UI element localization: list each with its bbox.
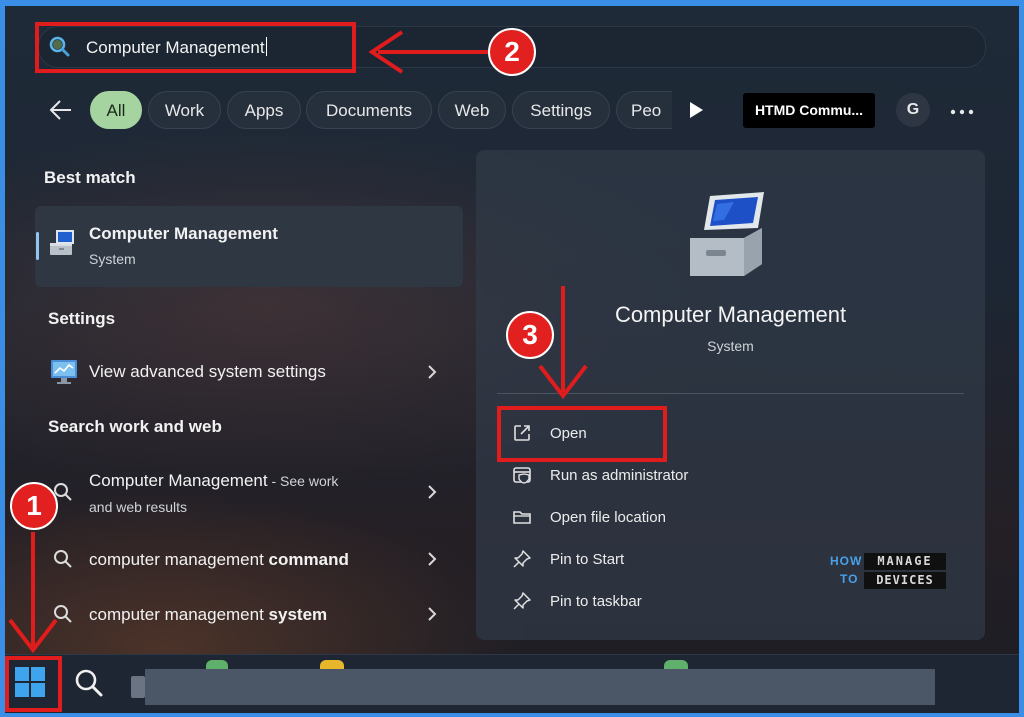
- taskbar-task-view-icon[interactable]: [131, 676, 145, 698]
- settings-heading: Settings: [48, 309, 116, 328]
- chevron-right-icon[interactable]: [427, 606, 437, 622]
- selection-indicator: [36, 232, 39, 260]
- web-result-hint-line2: and web results: [89, 499, 188, 515]
- logo-how: HOW: [830, 554, 863, 568]
- best-match-title: Computer Management: [89, 224, 278, 243]
- web-result-title[interactable]: Computer Management - See work: [89, 471, 338, 491]
- action-pin-to-start[interactable]: Pin to Start: [550, 551, 624, 568]
- best-match-card[interactable]: [35, 206, 463, 287]
- filter-chip-all[interactable]: All: [90, 91, 142, 129]
- more-options-icon[interactable]: [950, 109, 974, 115]
- best-match-heading: Best match: [44, 168, 136, 187]
- settings-item-label[interactable]: View advanced system settings: [89, 362, 326, 382]
- action-pin-to-taskbar[interactable]: Pin to taskbar: [550, 593, 642, 610]
- shield-icon: [513, 467, 531, 484]
- web-results-heading: Search work and web: [48, 417, 222, 436]
- web-suggestion-system[interactable]: computer management system: [89, 605, 327, 625]
- suggestion-text: computer management: [89, 605, 269, 624]
- highlight-search-box: [35, 22, 356, 73]
- filter-chip-work[interactable]: Work: [148, 91, 221, 129]
- pin-icon: [513, 550, 531, 568]
- action-open-file-location[interactable]: Open file location: [550, 509, 666, 526]
- folder-icon: [513, 511, 531, 524]
- search-icon: [54, 550, 72, 568]
- step-3-badge: 3: [506, 311, 554, 359]
- suggestion-bold-text: system: [268, 605, 328, 624]
- filter-chip-web[interactable]: Web: [438, 91, 506, 129]
- suggestion-bold-text: command: [268, 550, 349, 569]
- web-result-query: Computer Management: [89, 471, 268, 490]
- computer-management-large-icon: [690, 192, 764, 276]
- web-suggestion-command[interactable]: computer management command: [89, 550, 349, 570]
- chevron-right-icon[interactable]: [427, 551, 437, 567]
- logo-to: TO: [840, 572, 859, 586]
- back-arrow-icon[interactable]: [48, 97, 74, 123]
- computer-management-icon: [50, 230, 74, 255]
- details-title: Computer Management: [614, 302, 847, 327]
- step-1-badge: 1: [10, 482, 58, 530]
- details-divider: [497, 393, 964, 394]
- search-icon: [54, 605, 72, 623]
- chevron-right-icon[interactable]: [427, 484, 437, 500]
- chevron-right-icon[interactable]: [427, 364, 437, 380]
- logo-devices: DEVICES: [864, 572, 946, 589]
- filter-chip-people[interactable]: Peo: [616, 91, 672, 129]
- step-2-badge: 2: [488, 28, 536, 76]
- scroll-right-icon[interactable]: [688, 101, 704, 119]
- filter-chip-apps[interactable]: Apps: [227, 91, 301, 129]
- logo-manage: MANAGE: [864, 553, 946, 570]
- web-result-hint: - See work: [267, 473, 339, 489]
- account-avatar[interactable]: G: [896, 93, 930, 127]
- filter-chip-documents[interactable]: Documents: [306, 91, 432, 129]
- highlight-start-button: [5, 656, 62, 712]
- obscured-taskbar-apps: [145, 669, 935, 705]
- filter-chip-settings[interactable]: Settings: [512, 91, 610, 129]
- suggestion-text: computer management: [89, 550, 269, 569]
- pin-icon: [513, 592, 531, 610]
- system-settings-icon: [51, 360, 77, 384]
- howto-manage-devices-logo: HOW TO MANAGE DEVICES: [830, 551, 948, 593]
- organization-badge[interactable]: HTMD Commu...: [743, 93, 875, 128]
- highlight-open-action: [497, 406, 667, 462]
- taskbar-search-icon[interactable]: [74, 668, 104, 698]
- best-match-subtitle: System: [89, 251, 136, 267]
- action-run-as-administrator[interactable]: Run as administrator: [550, 467, 688, 484]
